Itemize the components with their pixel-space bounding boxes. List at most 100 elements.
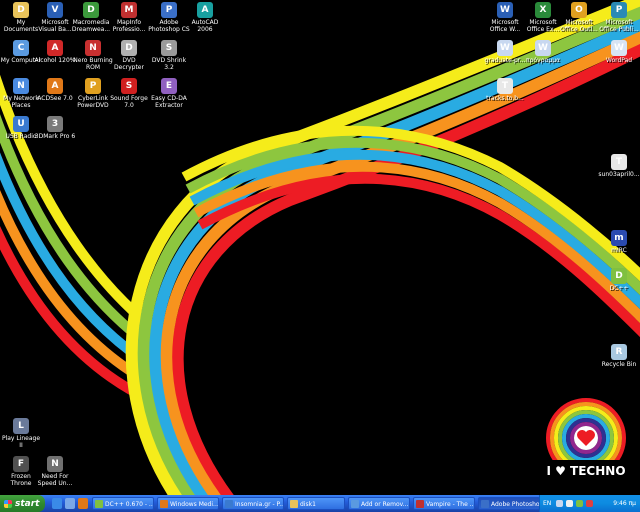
powerdvd-icon: P [85,78,101,94]
frozen-throne-icon: F [13,456,29,472]
recycle-bin-icon: R [611,344,627,360]
desktop-icon[interactable]: R Recycle Bin [598,344,640,368]
usb-radio-icon: U [13,116,29,132]
techno-logo: I ♥ TECHNO [545,398,627,488]
taskbar-button[interactable]: disk1 [287,497,345,510]
desktop-icon-label: DC++ [609,285,629,292]
desktop-icon-label: mIRC [611,247,627,254]
desktop-icon-label: Macromedia Dreamwea... [71,19,111,33]
mapinfo-icon: M [121,2,137,18]
desktop-icon[interactable]: E Easy CD-DA Extractor [148,78,190,109]
wallpaper [0,0,640,495]
word-icon: W [497,2,513,18]
desktop-icon-label: 3DMark Pro 6 [34,133,76,140]
desktop-icon[interactable]: A ACDSee 7.0 [34,78,76,102]
excel-icon: X [535,2,551,18]
desktop-icon[interactable]: 3 3DMark Pro 6 [34,116,76,140]
lineage-icon: L [13,418,29,434]
start-button[interactable]: start [0,495,45,512]
desktop-icon-label: πρόγραμμα [526,57,560,64]
quicklaunch-media-icon[interactable] [78,498,88,509]
desktop-icon-label: Alcohol 120% [34,57,76,64]
taskbar-button[interactable]: Add or Remov... [348,497,410,510]
task-app-icon [95,500,103,508]
task-app-icon [481,500,489,508]
desktop-icon[interactable]: P Microsoft Office Publi... [598,2,640,33]
taskbar: start DC++ 0.670 - ... Windows Medi... Ins… [0,495,640,512]
desktop-icon[interactable]: M MapInfo Professio... [108,2,150,33]
desktop-icon[interactable]: Ttracks.to.b... [484,78,526,102]
taskbar-button[interactable]: DC++ 0.670 - ... [92,497,154,510]
desktop-icon-label: Easy CD-DA Extractor [151,95,187,109]
tray-dcpp-icon[interactable] [576,500,583,507]
acdsee-icon: A [47,78,63,94]
desktop-icon[interactable]: D DC++ [598,268,640,292]
tray-volume-icon[interactable] [566,500,573,507]
task-app-icon [290,500,298,508]
desktop-icon[interactable]: W WordPad [598,40,640,64]
dvd-decrypter-icon: D [121,40,137,56]
photoshop-icon: P [161,2,177,18]
desktop-icon-label: DVD Decrypter [114,57,144,71]
taskbar-button[interactable]: Adobe Photoshop [478,497,540,510]
quicklaunch-desktop-icon[interactable] [65,498,75,509]
quicklaunch-ie-icon[interactable] [52,498,62,509]
system-tray: EN 9:46 πμ [539,495,640,512]
techno-logo-text: I ♥ TECHNO [546,464,626,478]
desktop-icon-label: DVD Shrink 3.2 [151,57,187,71]
taskbar-button-label: Adobe Photoshop [491,501,540,508]
autocad-icon: A [197,2,213,18]
task-app-icon [416,500,424,508]
task-app-icon [160,500,168,508]
task-app-icon [225,500,233,508]
desktop-icon[interactable]: S DVD Shrink 3.2 [148,40,190,71]
desktop-icon[interactable]: N Need For Speed Un... [34,456,76,487]
taskbar-button-label: Insomnia.gr - P... [235,501,284,508]
desktop-icon[interactable]: O Microsoft Office Outl... [558,2,600,33]
desktop-icon[interactable]: Wπρόγραμμα [522,40,564,64]
desktop-icon[interactable]: A AutoCAD 2006 [184,2,226,33]
start-label: start [15,498,40,509]
desktop-icon[interactable]: D DVD Decrypter [108,40,150,71]
tray-security-icon[interactable] [586,500,593,507]
taskbar-button[interactable]: Vampire - The ... [413,497,475,510]
task-app-icon [351,500,359,508]
outlook-icon: O [571,2,587,18]
tray-network-icon[interactable] [556,500,563,507]
desktop-icon-label: Recycle Bin [601,361,637,368]
text-file-icon: T [611,154,627,170]
desktop-icon-label: Sound Forge 7.0 [110,95,148,109]
desktop-icon[interactable]: Wgraduate-pr... [484,40,526,64]
network-icon: N [13,78,29,94]
taskbar-button-label: DC++ 0.670 - ... [105,501,154,508]
clock: 9:46 πμ [613,500,636,507]
desktop-icon-label: Microsoft Office Outl... [560,19,598,33]
desktop-icon[interactable]: Tsun03april0... [598,154,640,178]
desktop-icon[interactable]: D Macromedia Dreamwea... [70,2,112,33]
cd-extractor-icon: E [161,78,177,94]
desktop-icon[interactable]: A Alcohol 120% [34,40,76,64]
desktop-icon-label: Microsoft Office Publi... [599,19,639,33]
taskbar-button[interactable]: Windows Medi... [157,497,219,510]
computer-icon: C [13,40,29,56]
nero-icon: N [85,40,101,56]
desktop-icon-label: sun03april0... [598,171,640,178]
desktop-icon[interactable]: S Sound Forge 7.0 [108,78,150,109]
desktop-icon-label: AutoCAD 2006 [191,19,219,33]
3dmark-icon: 3 [47,116,63,132]
desktop-icon[interactable]: W Microsoft Office W... [484,2,526,33]
windows-logo-icon [4,499,12,508]
desktop-icon-label: graduate-pr... [484,57,526,64]
desktop-icon[interactable]: L Play Lineage II [0,418,42,449]
dreamweaver-icon: D [83,2,99,18]
desktop-icon[interactable]: m mIRC [598,230,640,254]
language-indicator[interactable]: EN [543,500,551,507]
document-icon: W [535,40,551,56]
desktop-icon-label: MapInfo Professio... [112,19,146,33]
desktop-icon-label: Microsoft Office W... [489,19,521,33]
desktop-icon-label: tracks.to.b... [486,95,524,102]
dcpp-icon: D [611,268,627,284]
document-icon: W [497,40,513,56]
taskbar-button[interactable]: Insomnia.gr - P... [222,497,284,510]
text-file-icon: T [497,78,513,94]
